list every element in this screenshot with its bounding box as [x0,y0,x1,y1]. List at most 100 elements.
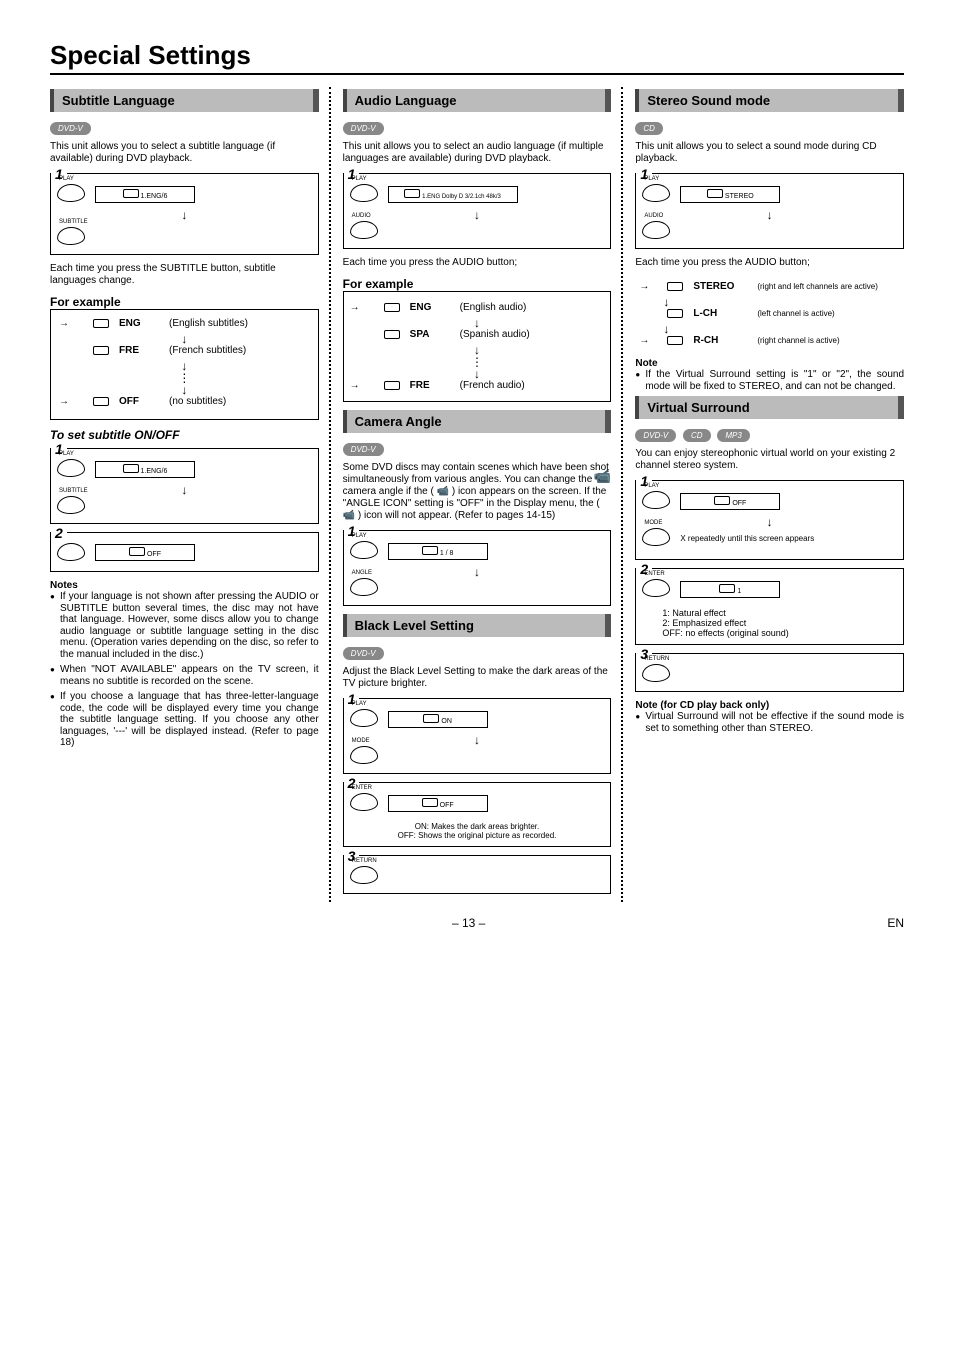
audio-intro: This unit allows you to select an audio … [343,141,612,165]
audio-button-icon [349,221,378,240]
column-3: Stereo Sound mode CD This unit allows yo… [635,87,904,902]
badge-dvdv: DVD-V [343,443,384,456]
vs-opt: 2: Emphasized effect [662,618,897,628]
badge-dvdv: DVD-V [343,122,384,135]
mode-button-icon [642,528,671,547]
badge-dvdv: DVD-V [635,429,676,442]
ex-code: FRE [410,380,450,391]
subtitle-label: SUBTITLE [59,488,88,494]
osd-text: OFF [147,551,161,558]
stereo-note: If the Virtual Surround setting is "1" o… [635,369,904,392]
enter-label: ENTER [352,785,372,791]
camera-step1-box: 1 PLAY 1 / 8 ↓ ANGLE [343,530,612,606]
badge-cd: CD [635,122,663,135]
play-button-icon [349,184,378,203]
return-button-icon [642,664,671,683]
subtitle-after: Each time you press the SUBTITLE button,… [50,263,319,287]
badge-dvdv: DVD-V [343,647,384,660]
arrow-icon: ↓ [57,209,312,221]
play-label: PLAY [352,176,367,182]
ex-code: STEREO [693,281,747,292]
camera-angle-icon: 📹 [594,468,611,485]
osd-screen: 1 [680,581,780,598]
stereo-after: Each time you press the AUDIO button; [635,257,904,269]
ex-desc: (Spanish audio) [460,329,530,340]
osd-text: ON [441,718,452,725]
sec-subtitle-language: Subtitle Language [50,89,319,112]
sec-black-level: Black Level Setting [343,614,612,637]
audio-label: AUDIO [644,213,663,219]
note-item: When "NOT AVAILABLE" appears on the TV s… [50,664,319,687]
step-number: 2 [51,525,67,541]
osd-text: 1 [737,588,741,595]
camera-intro: Some DVD discs may contain scenes which … [343,462,612,522]
vs-note-head: Note (for CD play back only) [635,700,904,711]
subtitle-button-icon [57,227,86,246]
vs-step3-box: 3 RETURN [635,653,904,692]
ex-code: OFF [119,396,159,407]
note-item: If you choose a language that has three-… [50,691,319,749]
badge-dvdv: DVD-V [50,122,91,135]
subtitle-label: SUBTITLE [59,219,88,225]
osd-screen: STEREO [680,186,780,203]
osd-screen: OFF [680,493,780,510]
play-button-icon [57,459,86,478]
return-button-icon [349,866,378,885]
osd-screen: 1.ENG Dolby D 3/2.1ch 48k/3 [388,186,518,203]
speech-icon [93,319,109,328]
black-step2-box: 2 ENTER OFF ON: Makes the dark areas bri… [343,782,612,847]
enter-button-icon [642,579,671,598]
sec-audio-language: Audio Language [343,89,612,112]
play-label: PLAY [352,701,367,707]
subtitle-step1-box: 1 PLAY 1.ENG/6 ↓ SUBTITLE [50,173,319,255]
notes-head: Notes [50,580,319,591]
speech-icon [123,189,139,198]
osd-screen: OFF [388,795,488,812]
sub-onoff-step1: 1 PLAY 1.ENG/6 ↓ SUBTITLE [50,448,319,524]
ex-code: R-CH [693,335,747,346]
ex-code: ENG [119,318,159,329]
stereo-note-head: Note [635,358,904,369]
vs-opt: OFF: no effects (original sound) [662,628,897,638]
play-label: PLAY [352,533,367,539]
black-on: ON: Makes the dark areas brighter. [350,822,605,831]
ex-desc: (English audio) [460,302,527,313]
audio-button-icon [642,221,671,240]
ex-desc: (no subtitles) [169,396,226,407]
angle-label: ANGLE [352,570,372,576]
ex-code: L-CH [693,308,747,319]
page-number: – 13 – [452,916,485,930]
audio-step1-box: 1 PLAY 1.ENG Dolby D 3/2.1ch 48k/3 ↓ AUD… [343,173,612,249]
subtitle-button-icon [57,496,86,515]
osd-text: STEREO [725,193,754,200]
play-label: PLAY [644,483,659,489]
play-button-icon [57,184,86,203]
play-button-icon [349,709,378,728]
stereo-step1-box: 1 PLAY STEREO ↓ AUDIO [635,173,904,249]
play-button-icon [642,491,671,510]
ex-code: ENG [410,302,450,313]
column-1: Subtitle Language DVD-V This unit allows… [50,87,331,902]
badge-cd: CD [683,429,711,442]
enter-label: ENTER [644,571,664,577]
osd-screen: 1 / 8 [388,543,488,560]
page-title: Special Settings [50,40,904,75]
osd-text: 1.ENG/6 [141,468,168,475]
vs-step1-box: 1 PLAY OFF ↓ MODE X repeatedly until thi… [635,480,904,560]
audio-example-box: → ENG (English audio) ↓ SPA (Spanish aud… [343,291,612,402]
black-intro: Adjust the Black Level Setting to make t… [343,666,612,690]
vs-hint: X repeatedly until this screen appears [680,534,897,543]
osd-text: 1.ENG/6 [141,193,168,200]
enter-button-icon [349,793,378,812]
osd-screen: 1.ENG/6 [95,461,195,478]
return-label: RETURN [644,656,669,662]
for-example: For example [343,277,612,291]
ex-desc: (left channel is active) [757,309,834,318]
audio-icon [384,303,400,312]
vs-opt: 1: Natural effect [662,608,897,618]
audio-icon [667,282,683,291]
osd-text: OFF [440,802,454,809]
return-label: RETURN [352,858,377,864]
sec-virtual-surround: Virtual Surround [635,396,904,419]
for-example: For example [50,295,319,309]
